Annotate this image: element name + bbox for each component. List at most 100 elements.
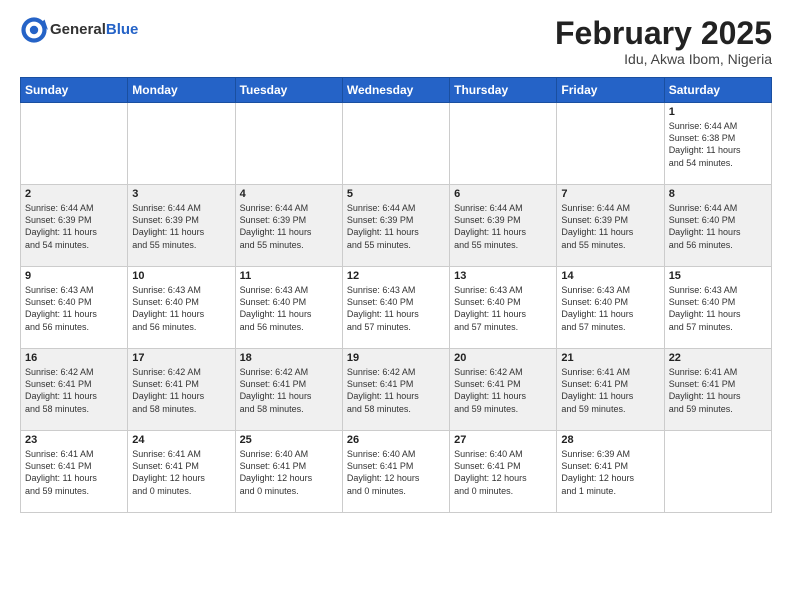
calendar-week-row: 2 Sunrise: 6:44 AM Sunset: 6:39 PM Daylig… [21, 185, 772, 267]
day-info: Sunrise: 6:44 AM Sunset: 6:40 PM Dayligh… [669, 202, 767, 251]
day-number: 20 [454, 352, 552, 364]
calendar-header-monday: Monday [128, 78, 235, 103]
day-info: Sunrise: 6:43 AM Sunset: 6:40 PM Dayligh… [25, 284, 123, 333]
day-info: Sunrise: 6:42 AM Sunset: 6:41 PM Dayligh… [454, 366, 552, 415]
day-number: 16 [25, 352, 123, 364]
day-info: Sunrise: 6:43 AM Sunset: 6:40 PM Dayligh… [132, 284, 230, 333]
calendar-header-wednesday: Wednesday [342, 78, 449, 103]
calendar-header-thursday: Thursday [450, 78, 557, 103]
calendar-cell: 7 Sunrise: 6:44 AM Sunset: 6:39 PM Daylig… [557, 185, 664, 267]
location: Idu, Akwa Ibom, Nigeria [555, 51, 772, 67]
logo-blue: Blue [106, 21, 139, 38]
calendar-cell [128, 103, 235, 185]
calendar-cell: 24 Sunrise: 6:41 AM Sunset: 6:41 PM Dayli… [128, 431, 235, 513]
day-info: Sunrise: 6:43 AM Sunset: 6:40 PM Dayligh… [454, 284, 552, 333]
calendar-week-row: 1 Sunrise: 6:44 AM Sunset: 6:38 PM Daylig… [21, 103, 772, 185]
day-number: 19 [347, 352, 445, 364]
calendar-cell [21, 103, 128, 185]
calendar-header-saturday: Saturday [664, 78, 771, 103]
day-number: 12 [347, 270, 445, 282]
calendar-cell: 1 Sunrise: 6:44 AM Sunset: 6:38 PM Daylig… [664, 103, 771, 185]
calendar-cell: 8 Sunrise: 6:44 AM Sunset: 6:40 PM Daylig… [664, 185, 771, 267]
logo-general: General [50, 21, 106, 38]
calendar-cell: 27 Sunrise: 6:40 AM Sunset: 6:41 PM Dayli… [450, 431, 557, 513]
calendar-week-row: 23 Sunrise: 6:41 AM Sunset: 6:41 PM Dayli… [21, 431, 772, 513]
day-info: Sunrise: 6:44 AM Sunset: 6:39 PM Dayligh… [25, 202, 123, 251]
calendar-cell [450, 103, 557, 185]
day-number: 10 [132, 270, 230, 282]
logo-icon [20, 16, 48, 44]
day-number: 7 [561, 188, 659, 200]
day-number: 9 [25, 270, 123, 282]
day-info: Sunrise: 6:42 AM Sunset: 6:41 PM Dayligh… [240, 366, 338, 415]
calendar-header-sunday: Sunday [21, 78, 128, 103]
calendar-cell: 4 Sunrise: 6:44 AM Sunset: 6:39 PM Daylig… [235, 185, 342, 267]
day-info: Sunrise: 6:43 AM Sunset: 6:40 PM Dayligh… [669, 284, 767, 333]
day-number: 27 [454, 434, 552, 446]
calendar-cell: 21 Sunrise: 6:41 AM Sunset: 6:41 PM Dayli… [557, 349, 664, 431]
day-number: 18 [240, 352, 338, 364]
day-number: 4 [240, 188, 338, 200]
calendar-cell: 13 Sunrise: 6:43 AM Sunset: 6:40 PM Dayli… [450, 267, 557, 349]
day-number: 11 [240, 270, 338, 282]
calendar-cell: 15Sunrise: 6:43 AM Sunset: 6:40 PM Dayli… [664, 267, 771, 349]
calendar-cell: 18 Sunrise: 6:42 AM Sunset: 6:41 PM Dayli… [235, 349, 342, 431]
calendar-cell: 17 Sunrise: 6:42 AM Sunset: 6:41 PM Dayli… [128, 349, 235, 431]
day-info: Sunrise: 6:44 AM Sunset: 6:39 PM Dayligh… [347, 202, 445, 251]
calendar-cell: 22 Sunrise: 6:41 AM Sunset: 6:41 PM Dayli… [664, 349, 771, 431]
day-info: Sunrise: 6:41 AM Sunset: 6:41 PM Dayligh… [25, 448, 123, 497]
day-info: Sunrise: 6:40 AM Sunset: 6:41 PM Dayligh… [240, 448, 338, 497]
calendar-cell: 16 Sunrise: 6:42 AM Sunset: 6:41 PM Dayli… [21, 349, 128, 431]
day-info: Sunrise: 6:43 AM Sunset: 6:40 PM Dayligh… [240, 284, 338, 333]
calendar-cell [342, 103, 449, 185]
day-info: Sunrise: 6:40 AM Sunset: 6:41 PM Dayligh… [347, 448, 445, 497]
day-info: Sunrise: 6:42 AM Sunset: 6:41 PM Dayligh… [347, 366, 445, 415]
day-number: 17 [132, 352, 230, 364]
day-info: Sunrise: 6:43 AM Sunset: 6:40 PM Dayligh… [347, 284, 445, 333]
day-info: Sunrise: 6:42 AM Sunset: 6:41 PM Dayligh… [132, 366, 230, 415]
day-info: Sunrise: 6:44 AM Sunset: 6:39 PM Dayligh… [240, 202, 338, 251]
day-number: 6 [454, 188, 552, 200]
day-number: 21 [561, 352, 659, 364]
day-number: 22 [669, 352, 767, 364]
day-number: 1 [669, 106, 767, 118]
day-number: 25 [240, 434, 338, 446]
calendar-cell: 26 Sunrise: 6:40 AM Sunset: 6:41 PM Dayli… [342, 431, 449, 513]
day-info: Sunrise: 6:41 AM Sunset: 6:41 PM Dayligh… [561, 366, 659, 415]
day-info: Sunrise: 6:41 AM Sunset: 6:41 PM Dayligh… [132, 448, 230, 497]
logo: GeneralBlue [20, 16, 138, 44]
calendar-cell: 3Sunrise: 6:44 AM Sunset: 6:39 PM Daylig… [128, 185, 235, 267]
calendar-cell: 23 Sunrise: 6:41 AM Sunset: 6:41 PM Dayli… [21, 431, 128, 513]
calendar-cell: 25 Sunrise: 6:40 AM Sunset: 6:41 PM Dayli… [235, 431, 342, 513]
day-number: 13 [454, 270, 552, 282]
calendar-cell: 20 Sunrise: 6:42 AM Sunset: 6:41 PM Dayli… [450, 349, 557, 431]
calendar-cell [664, 431, 771, 513]
calendar-cell: 19 Sunrise: 6:42 AM Sunset: 6:41 PM Dayli… [342, 349, 449, 431]
header: GeneralBlue February 2025 Idu, Akwa Ibom… [20, 16, 772, 67]
day-info: Sunrise: 6:44 AM Sunset: 6:38 PM Dayligh… [669, 120, 767, 169]
day-number: 8 [669, 188, 767, 200]
calendar-cell: 2 Sunrise: 6:44 AM Sunset: 6:39 PM Daylig… [21, 185, 128, 267]
day-info: Sunrise: 6:40 AM Sunset: 6:41 PM Dayligh… [454, 448, 552, 497]
day-info: Sunrise: 6:39 AM Sunset: 6:41 PM Dayligh… [561, 448, 659, 497]
day-info: Sunrise: 6:41 AM Sunset: 6:41 PM Dayligh… [669, 366, 767, 415]
calendar-header-tuesday: Tuesday [235, 78, 342, 103]
day-info: Sunrise: 6:42 AM Sunset: 6:41 PM Dayligh… [25, 366, 123, 415]
day-number: 24 [132, 434, 230, 446]
day-info: Sunrise: 6:43 AM Sunset: 6:40 PM Dayligh… [561, 284, 659, 333]
calendar-cell: 5Sunrise: 6:44 AM Sunset: 6:39 PM Daylig… [342, 185, 449, 267]
calendar-header-friday: Friday [557, 78, 664, 103]
day-number: 26 [347, 434, 445, 446]
day-number: 23 [25, 434, 123, 446]
calendar-cell: 9 Sunrise: 6:43 AM Sunset: 6:40 PM Daylig… [21, 267, 128, 349]
title-block: February 2025 Idu, Akwa Ibom, Nigeria [555, 16, 772, 67]
calendar-cell: 6Sunrise: 6:44 AM Sunset: 6:39 PM Daylig… [450, 185, 557, 267]
day-info: Sunrise: 6:44 AM Sunset: 6:39 PM Dayligh… [561, 202, 659, 251]
calendar-cell: 28Sunrise: 6:39 AM Sunset: 6:41 PM Dayli… [557, 431, 664, 513]
day-number: 2 [25, 188, 123, 200]
calendar-cell: 14Sunrise: 6:43 AM Sunset: 6:40 PM Dayli… [557, 267, 664, 349]
day-info: Sunrise: 6:44 AM Sunset: 6:39 PM Dayligh… [132, 202, 230, 251]
calendar-cell: 11 Sunrise: 6:43 AM Sunset: 6:40 PM Dayli… [235, 267, 342, 349]
calendar-week-row: 16 Sunrise: 6:42 AM Sunset: 6:41 PM Dayli… [21, 349, 772, 431]
calendar-cell: 10 Sunrise: 6:43 AM Sunset: 6:40 PM Dayli… [128, 267, 235, 349]
